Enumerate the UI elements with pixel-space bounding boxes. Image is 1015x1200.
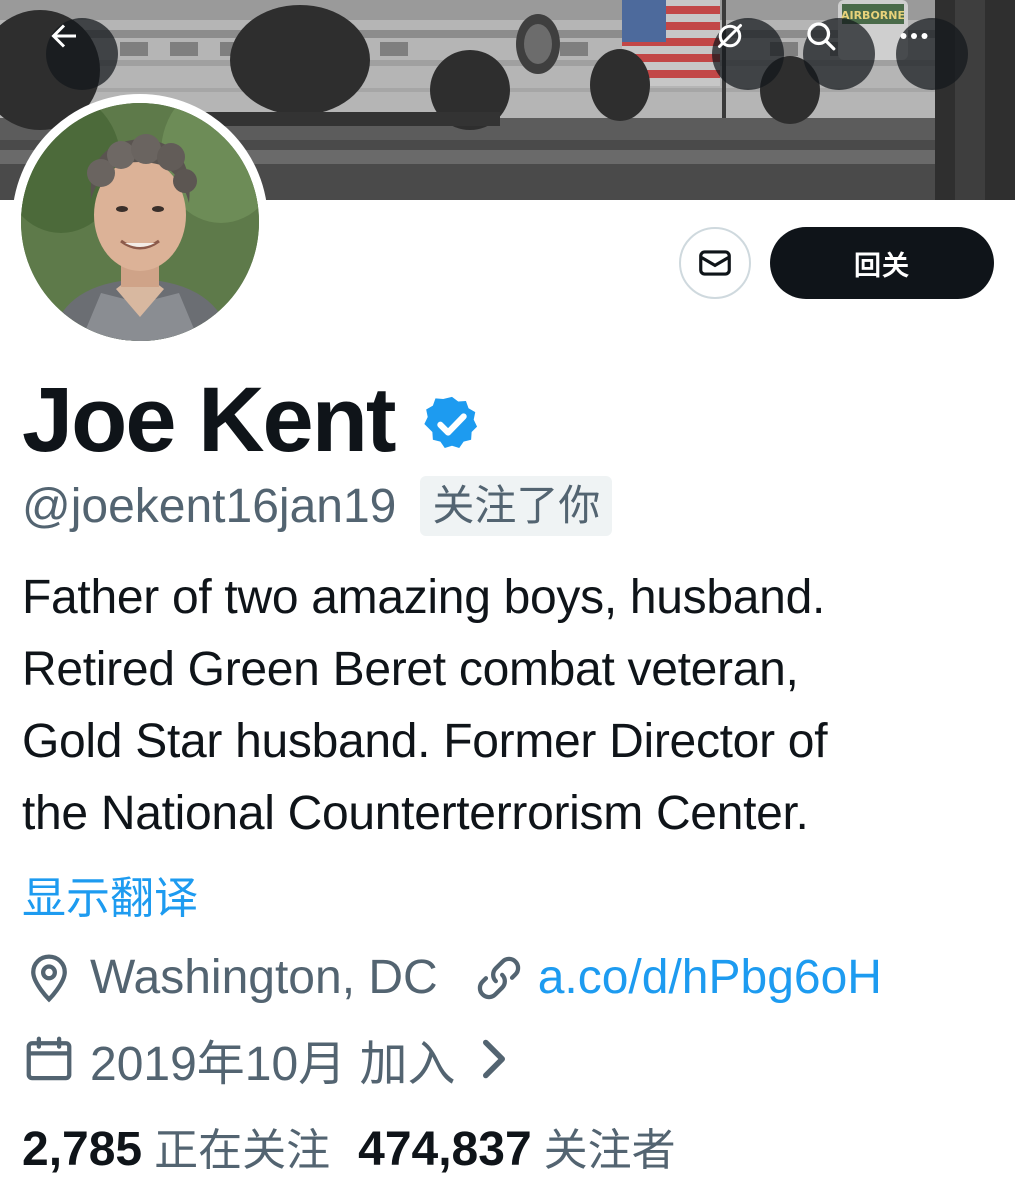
handle-row: @joekent16jan19 关注了你 [22,476,613,536]
chevron-right-icon [482,1039,505,1079]
bio-line: the National Counterterrorism Center. [22,787,809,840]
following-count[interactable]: 2,785 [22,1122,142,1177]
following-label[interactable]: 正在关注 [154,1114,330,1178]
bio: Father of two amazing boys, husband. Ret… [22,562,1002,850]
username-handle: @joekent16jan19 [22,479,397,533]
slashed-circle-icon [718,24,742,48]
joined-date: 2019年10月 加入 [90,1038,456,1091]
location-pin-icon [31,953,67,1002]
bio-line: Father of two amazing boys, husband. [22,571,825,624]
follow-stats: 2,785 正在关注 474,837 关注者 [22,1114,676,1178]
website-link[interactable]: a.co/d/hPbg6oH [538,950,882,1005]
follow-back-button[interactable]: 回关 [770,227,994,299]
followers-count[interactable]: 474,837 [358,1122,532,1177]
bio-line: Retired Green Beret combat veteran, [22,643,799,696]
location-text: Washington, DC [90,951,438,1004]
arrow-left-icon [51,24,76,48]
bio-line: Gold Star husband. Former Director of [22,715,828,768]
followers-label[interactable]: 关注者 [544,1114,676,1178]
verified-badge-icon[interactable] [421,393,483,455]
search-button[interactable] [803,18,875,90]
back-button[interactable] [46,18,118,90]
follows-you-badge: 关注了你 [420,476,613,536]
joined-row[interactable]: 2019年10月 加入 [22,1024,512,1094]
more-button[interactable] [896,18,968,90]
link-icon [477,956,520,999]
display-name: Joe Kent [22,369,397,471]
avatar-photo [21,103,259,341]
profile-page: AIRBORNE 回关 Joe Kent @joekent16jan19 关注了… [0,0,1015,1200]
message-button[interactable] [679,227,751,299]
grok-button[interactable] [712,18,784,90]
avatar[interactable] [12,94,268,350]
calendar-icon [26,1036,72,1081]
show-translation-link[interactable]: 显示翻译 [22,862,198,926]
profile-meta-row: Washington, DC a.co/d/hPbg6oH [22,950,882,1005]
more-horizontal-icon [900,33,928,39]
search-icon [807,22,836,51]
envelope-icon [699,250,731,276]
profile-name-row: Joe Kent [22,370,483,470]
